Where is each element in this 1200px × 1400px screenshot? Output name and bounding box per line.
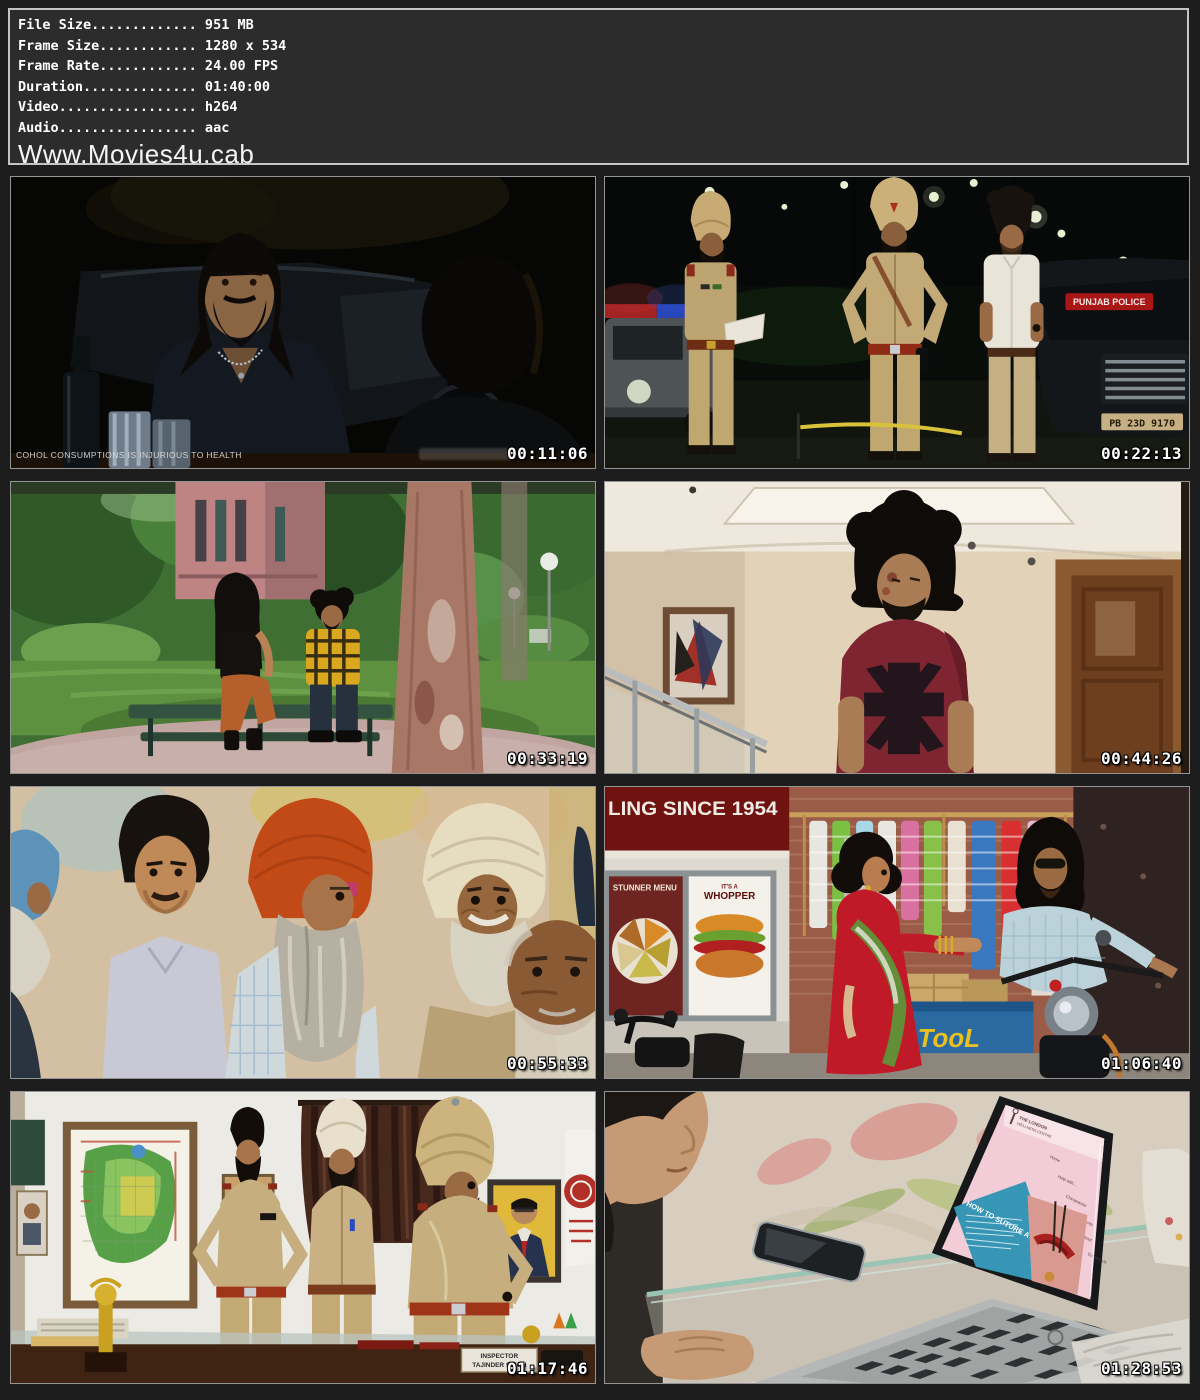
site-watermark: Www.Movies4u.cab <box>18 139 1187 170</box>
timestamp-5: 00:55:33 <box>507 1054 588 1073</box>
white-banner-logo <box>564 1130 595 1267</box>
screenshot-cell-5: 00:55:33 <box>10 786 596 1079</box>
scene-market-photo: LING SINCE 1954 STUNNER MENU IT'S A WHOP… <box>605 787 1189 1078</box>
info-row-audio: Audio................. aac <box>18 118 1187 139</box>
tree-trunk <box>392 482 484 773</box>
info-row-filesize: File Size............. 951 MB <box>18 15 1187 36</box>
timestamp-3: 00:33:19 <box>507 749 588 768</box>
info-row-video: Video................. h264 <box>18 97 1187 118</box>
green-board <box>11 1120 45 1186</box>
burger-king-storefront: LING SINCE 1954 STUNNER MENU IT'S A WHOP… <box>605 787 789 1078</box>
license-plate: PB 23D 9170 <box>1109 418 1175 429</box>
whopper-ad-big: WHOPPER <box>704 891 755 902</box>
health-warning-caption: COHOL CONSUMPTIONS IS INJURIOUS TO HEALT… <box>16 450 242 460</box>
scene-police-night-photo: PUNJAB POLICE PB 23D 9170 <box>605 177 1189 468</box>
screenshot-cell-3: 00:33:19 <box>10 481 596 774</box>
wall-painting <box>663 607 735 704</box>
whopper-ad-small: IT'S A <box>721 884 738 890</box>
info-row-duration: Duration.............. 01:40:00 <box>18 77 1187 98</box>
screenshot-cell-2: PUNJAB POLICE PB 23D 9170 <box>604 176 1190 469</box>
media-info-panel: File Size............. 951 MB Frame Size… <box>8 8 1189 165</box>
timestamp-4: 00:44:26 <box>1101 749 1182 768</box>
timestamp-8: 01:28:53 <box>1101 1359 1182 1378</box>
screenshot-cell-8: THE LONDON WELLNESS CENTRE Home Help wit… <box>604 1091 1190 1384</box>
timestamp-2: 00:22:13 <box>1101 444 1182 463</box>
screenshot-cell-6: LING SINCE 1954 STUNNER MENU IT'S A WHOP… <box>604 786 1190 1079</box>
timestamp-7: 01:17:46 <box>507 1359 588 1378</box>
scene-laptop-photo: THE LONDON WELLNESS CENTRE Home Help wit… <box>605 1092 1189 1383</box>
timestamp-6: 01:06:40 <box>1101 1054 1182 1073</box>
store-sign-text: LING SINCE 1954 <box>608 798 777 820</box>
cart-text: TooL <box>918 1025 980 1053</box>
scene-staircase-man-photo <box>605 482 1189 773</box>
timestamp-1: 00:11:06 <box>507 444 588 463</box>
scene-crowd-photo <box>11 787 595 1078</box>
subtitle-blur <box>419 448 515 460</box>
screenshot-cell-1: COHOL CONSUMPTIONS IS INJURIOUS TO HEALT… <box>10 176 596 469</box>
info-row-framerate: Frame Rate............ 24.00 FPS <box>18 56 1187 77</box>
screenshot-cell-4: 00:44:26 <box>604 481 1190 774</box>
scene-night-drinks-photo <box>11 177 595 468</box>
punjab-police-suv: PUNJAB POLICE PB 23D 9170 <box>1024 258 1189 437</box>
wall-map <box>63 1122 198 1309</box>
screenshot-grid: COHOL CONSUMPTIONS IS INJURIOUS TO HEALT… <box>10 176 1190 1384</box>
punjab-police-sign: PUNJAB POLICE <box>1073 297 1146 307</box>
screenshot-cell-7: INSPECTOR TAJINDER SINGH 01:17:46 <box>10 1091 596 1384</box>
scene-police-office-photo: INSPECTOR TAJINDER SINGH <box>11 1092 595 1383</box>
stunner-menu-ad: STUNNER MENU <box>613 883 677 892</box>
union-jack-print <box>864 663 944 754</box>
scene-park-bench-photo <box>11 482 595 773</box>
info-row-framesize: Frame Size............ 1280 x 534 <box>18 36 1187 57</box>
